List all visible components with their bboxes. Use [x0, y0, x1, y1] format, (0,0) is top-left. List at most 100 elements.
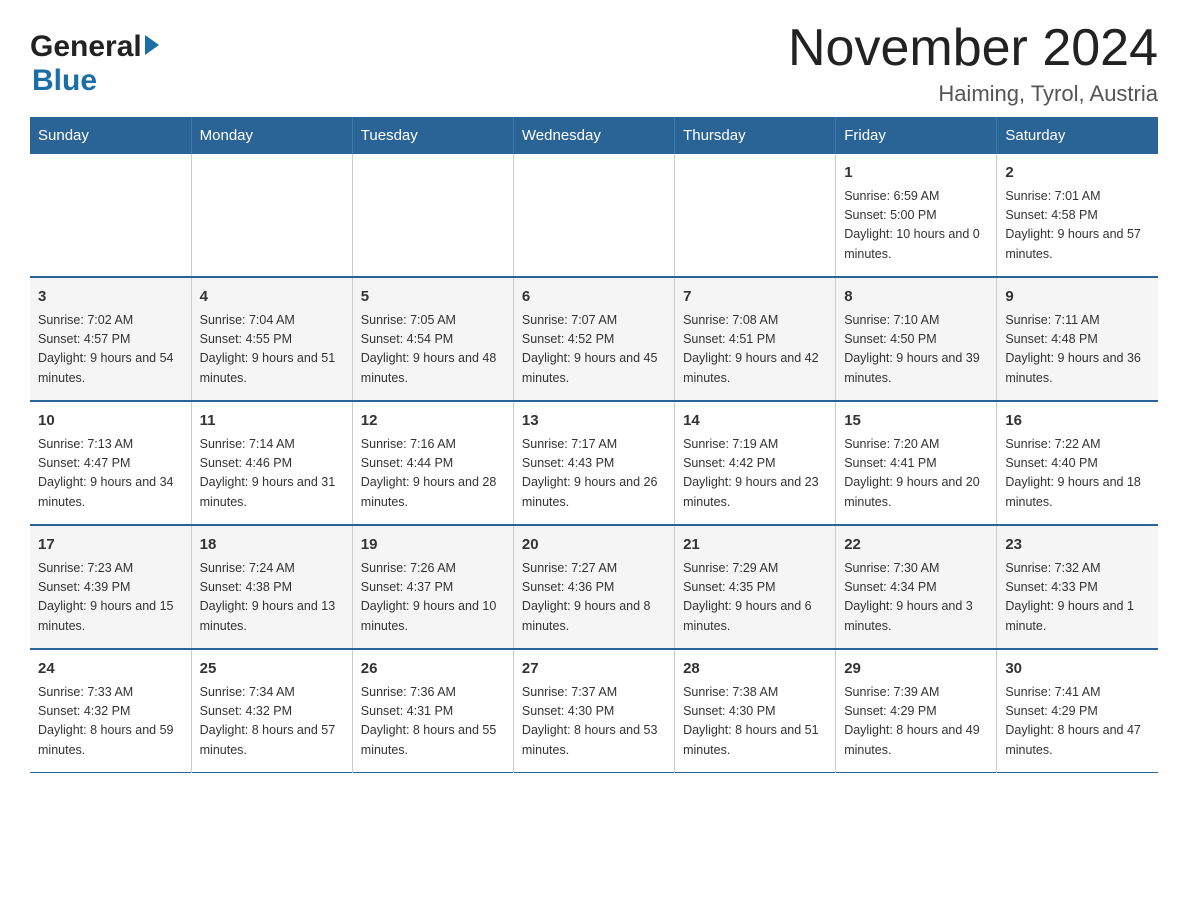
calendar-cell [352, 154, 513, 277]
calendar-cell: 19Sunrise: 7:26 AM Sunset: 4:37 PM Dayli… [352, 525, 513, 649]
day-info: Sunrise: 7:20 AM Sunset: 4:41 PM Dayligh… [844, 435, 988, 513]
day-number: 1 [844, 162, 988, 185]
day-number: 4 [200, 286, 344, 309]
day-info: Sunrise: 7:39 AM Sunset: 4:29 PM Dayligh… [844, 683, 988, 761]
calendar-cell: 30Sunrise: 7:41 AM Sunset: 4:29 PM Dayli… [997, 649, 1158, 773]
day-number: 22 [844, 534, 988, 557]
calendar-week-4: 17Sunrise: 7:23 AM Sunset: 4:39 PM Dayli… [30, 525, 1158, 649]
day-number: 29 [844, 658, 988, 681]
calendar-cell: 15Sunrise: 7:20 AM Sunset: 4:41 PM Dayli… [836, 401, 997, 525]
logo: General Blue [30, 20, 159, 98]
day-info: Sunrise: 7:08 AM Sunset: 4:51 PM Dayligh… [683, 311, 827, 389]
calendar-cell: 21Sunrise: 7:29 AM Sunset: 4:35 PM Dayli… [675, 525, 836, 649]
day-number: 24 [38, 658, 183, 681]
day-number: 25 [200, 658, 344, 681]
day-number: 23 [1005, 534, 1150, 557]
calendar-cell [513, 154, 674, 277]
day-number: 14 [683, 410, 827, 433]
day-number: 20 [522, 534, 666, 557]
calendar-cell: 14Sunrise: 7:19 AM Sunset: 4:42 PM Dayli… [675, 401, 836, 525]
calendar-cell: 1Sunrise: 6:59 AM Sunset: 5:00 PM Daylig… [836, 154, 997, 277]
calendar-cell: 6Sunrise: 7:07 AM Sunset: 4:52 PM Daylig… [513, 277, 674, 401]
calendar-cell: 22Sunrise: 7:30 AM Sunset: 4:34 PM Dayli… [836, 525, 997, 649]
day-info: Sunrise: 6:59 AM Sunset: 5:00 PM Dayligh… [844, 187, 988, 265]
day-info: Sunrise: 7:10 AM Sunset: 4:50 PM Dayligh… [844, 311, 988, 389]
day-number: 8 [844, 286, 988, 309]
day-info: Sunrise: 7:22 AM Sunset: 4:40 PM Dayligh… [1005, 435, 1150, 513]
calendar-cell: 7Sunrise: 7:08 AM Sunset: 4:51 PM Daylig… [675, 277, 836, 401]
calendar-header: SundayMondayTuesdayWednesdayThursdayFrid… [30, 117, 1158, 154]
day-info: Sunrise: 7:04 AM Sunset: 4:55 PM Dayligh… [200, 311, 344, 389]
calendar-cell: 9Sunrise: 7:11 AM Sunset: 4:48 PM Daylig… [997, 277, 1158, 401]
day-info: Sunrise: 7:11 AM Sunset: 4:48 PM Dayligh… [1005, 311, 1150, 389]
day-info: Sunrise: 7:34 AM Sunset: 4:32 PM Dayligh… [200, 683, 344, 761]
day-info: Sunrise: 7:23 AM Sunset: 4:39 PM Dayligh… [38, 559, 183, 637]
logo-arrow-icon [145, 35, 159, 55]
day-number: 12 [361, 410, 505, 433]
day-info: Sunrise: 7:29 AM Sunset: 4:35 PM Dayligh… [683, 559, 827, 637]
weekday-header-wednesday: Wednesday [513, 117, 674, 154]
calendar-cell: 28Sunrise: 7:38 AM Sunset: 4:30 PM Dayli… [675, 649, 836, 773]
day-number: 2 [1005, 162, 1150, 185]
calendar-cell [30, 154, 191, 277]
logo-general-text: General [30, 30, 142, 64]
calendar-cell [191, 154, 352, 277]
day-info: Sunrise: 7:13 AM Sunset: 4:47 PM Dayligh… [38, 435, 183, 513]
calendar-cell [675, 154, 836, 277]
weekday-header-tuesday: Tuesday [352, 117, 513, 154]
day-info: Sunrise: 7:38 AM Sunset: 4:30 PM Dayligh… [683, 683, 827, 761]
weekday-header-monday: Monday [191, 117, 352, 154]
day-number: 17 [38, 534, 183, 557]
calendar-cell: 25Sunrise: 7:34 AM Sunset: 4:32 PM Dayli… [191, 649, 352, 773]
weekday-header-thursday: Thursday [675, 117, 836, 154]
weekday-header-row: SundayMondayTuesdayWednesdayThursdayFrid… [30, 117, 1158, 154]
day-info: Sunrise: 7:14 AM Sunset: 4:46 PM Dayligh… [200, 435, 344, 513]
calendar-cell: 11Sunrise: 7:14 AM Sunset: 4:46 PM Dayli… [191, 401, 352, 525]
calendar-cell: 23Sunrise: 7:32 AM Sunset: 4:33 PM Dayli… [997, 525, 1158, 649]
calendar-body: 1Sunrise: 6:59 AM Sunset: 5:00 PM Daylig… [30, 154, 1158, 773]
day-info: Sunrise: 7:37 AM Sunset: 4:30 PM Dayligh… [522, 683, 666, 761]
calendar-cell: 17Sunrise: 7:23 AM Sunset: 4:39 PM Dayli… [30, 525, 191, 649]
logo-blue-text: Blue [32, 64, 97, 97]
day-info: Sunrise: 7:24 AM Sunset: 4:38 PM Dayligh… [200, 559, 344, 637]
day-number: 13 [522, 410, 666, 433]
day-number: 18 [200, 534, 344, 557]
day-number: 7 [683, 286, 827, 309]
calendar-cell: 16Sunrise: 7:22 AM Sunset: 4:40 PM Dayli… [997, 401, 1158, 525]
day-info: Sunrise: 7:26 AM Sunset: 4:37 PM Dayligh… [361, 559, 505, 637]
day-number: 5 [361, 286, 505, 309]
calendar-cell: 29Sunrise: 7:39 AM Sunset: 4:29 PM Dayli… [836, 649, 997, 773]
calendar-location: Haiming, Tyrol, Austria [788, 81, 1158, 107]
calendar-cell: 20Sunrise: 7:27 AM Sunset: 4:36 PM Dayli… [513, 525, 674, 649]
day-number: 3 [38, 286, 183, 309]
weekday-header-friday: Friday [836, 117, 997, 154]
calendar-cell: 12Sunrise: 7:16 AM Sunset: 4:44 PM Dayli… [352, 401, 513, 525]
weekday-header-sunday: Sunday [30, 117, 191, 154]
calendar-cell: 18Sunrise: 7:24 AM Sunset: 4:38 PM Dayli… [191, 525, 352, 649]
day-number: 15 [844, 410, 988, 433]
calendar-week-3: 10Sunrise: 7:13 AM Sunset: 4:47 PM Dayli… [30, 401, 1158, 525]
day-info: Sunrise: 7:16 AM Sunset: 4:44 PM Dayligh… [361, 435, 505, 513]
day-info: Sunrise: 7:30 AM Sunset: 4:34 PM Dayligh… [844, 559, 988, 637]
day-info: Sunrise: 7:32 AM Sunset: 4:33 PM Dayligh… [1005, 559, 1150, 637]
day-number: 26 [361, 658, 505, 681]
calendar-cell: 8Sunrise: 7:10 AM Sunset: 4:50 PM Daylig… [836, 277, 997, 401]
day-number: 10 [38, 410, 183, 433]
day-info: Sunrise: 7:07 AM Sunset: 4:52 PM Dayligh… [522, 311, 666, 389]
calendar-cell: 26Sunrise: 7:36 AM Sunset: 4:31 PM Dayli… [352, 649, 513, 773]
day-info: Sunrise: 7:33 AM Sunset: 4:32 PM Dayligh… [38, 683, 183, 761]
day-number: 21 [683, 534, 827, 557]
calendar-cell: 4Sunrise: 7:04 AM Sunset: 4:55 PM Daylig… [191, 277, 352, 401]
calendar-cell: 13Sunrise: 7:17 AM Sunset: 4:43 PM Dayli… [513, 401, 674, 525]
day-number: 19 [361, 534, 505, 557]
calendar-cell: 27Sunrise: 7:37 AM Sunset: 4:30 PM Dayli… [513, 649, 674, 773]
day-info: Sunrise: 7:36 AM Sunset: 4:31 PM Dayligh… [361, 683, 505, 761]
day-info: Sunrise: 7:17 AM Sunset: 4:43 PM Dayligh… [522, 435, 666, 513]
calendar-cell: 5Sunrise: 7:05 AM Sunset: 4:54 PM Daylig… [352, 277, 513, 401]
day-info: Sunrise: 7:27 AM Sunset: 4:36 PM Dayligh… [522, 559, 666, 637]
calendar-table: SundayMondayTuesdayWednesdayThursdayFrid… [30, 117, 1158, 773]
day-info: Sunrise: 7:05 AM Sunset: 4:54 PM Dayligh… [361, 311, 505, 389]
calendar-title: November 2024 [788, 20, 1158, 77]
calendar-cell: 10Sunrise: 7:13 AM Sunset: 4:47 PM Dayli… [30, 401, 191, 525]
day-number: 28 [683, 658, 827, 681]
